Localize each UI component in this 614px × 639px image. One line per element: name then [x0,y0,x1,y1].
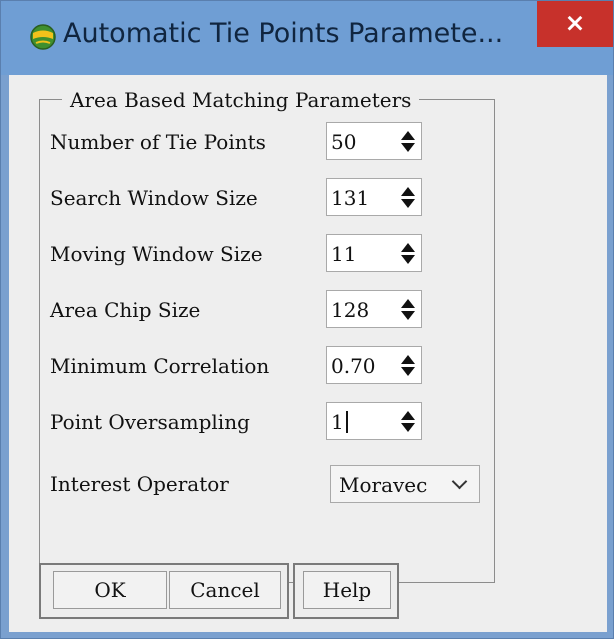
moving-window-size-label: Moving Window Size [50,242,263,266]
spinner-value: 0.70 [331,354,376,378]
dialog-body: Area Based Matching Parameters Number of… [9,75,607,632]
group-title: Area Based Matching Parameters [62,88,420,112]
globe-icon [30,24,56,50]
dialog-window: Automatic Tie Points Paramete... × Area … [0,0,614,639]
spinner-value: 50 [331,130,357,154]
spinner-value: 1 [331,410,344,434]
spinner-value: 128 [331,298,370,322]
minimum-correlation-spinner[interactable]: 0.70 [326,346,422,384]
search-window-size-spinner[interactable]: 131 [326,178,422,216]
up-down-arrows-icon[interactable] [401,185,417,211]
text-cursor [346,411,348,433]
matching-parameters-group: Area Based Matching Parameters Number of… [39,88,495,583]
select-value: Moravec [339,473,428,497]
close-button[interactable]: × [537,1,613,47]
title-bar[interactable]: Automatic Tie Points Paramete... × [1,1,613,75]
minimum-correlation-label: Minimum Correlation [50,354,270,378]
ok-button[interactable]: OK [53,571,167,609]
number-of-tie-points-spinner[interactable]: 50 [326,122,422,160]
interest-operator-label: Interest Operator [50,472,229,496]
point-oversampling-label: Point Oversampling [50,410,250,434]
search-window-size-label: Search Window Size [50,186,258,210]
moving-window-size-spinner[interactable]: 11 [326,234,422,272]
point-oversampling-spinner[interactable]: 1 [326,402,422,440]
up-down-arrows-icon[interactable] [401,409,417,435]
area-chip-size-label: Area Chip Size [50,298,201,322]
up-down-arrows-icon[interactable] [401,297,417,323]
help-button[interactable]: Help [303,571,391,609]
up-down-arrows-icon[interactable] [401,241,417,267]
chevron-down-icon [451,473,468,490]
close-icon: × [564,8,586,37]
spinner-value: 11 [331,242,357,266]
spinner-value: 131 [331,186,370,210]
area-chip-size-spinner[interactable]: 128 [326,290,422,328]
up-down-arrows-icon[interactable] [401,129,417,155]
interest-operator-select[interactable]: Moravec [330,465,480,503]
up-down-arrows-icon[interactable] [401,353,417,379]
window-title: Automatic Tie Points Paramete... [63,18,504,49]
cancel-button[interactable]: Cancel [169,571,281,609]
number-of-tie-points-label: Number of Tie Points [50,130,266,154]
